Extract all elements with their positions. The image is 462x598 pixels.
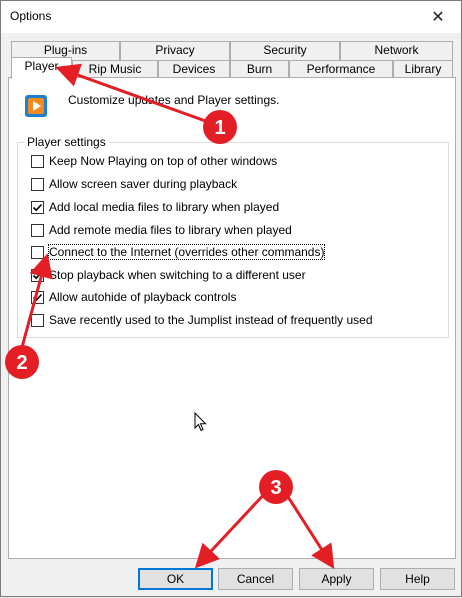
checkbox-checked[interactable] (31, 268, 44, 282)
header-description: Customize updates and Player settings. (68, 93, 280, 107)
player-settings-title: Player settings (24, 135, 109, 149)
close-icon: ✕ (431, 8, 445, 26)
checkbox[interactable] (31, 223, 44, 237)
option-label: Connect to the Internet (overrides other… (47, 244, 326, 260)
option-save-recently-used-jumplist[interactable]: Save recently used to the Jumplist inste… (31, 311, 373, 329)
option-allow-screen-saver[interactable]: Allow screen saver during playback (31, 175, 237, 193)
windows-media-player-icon (25, 95, 47, 117)
option-label: Add remote media files to library when p… (49, 223, 292, 237)
checkbox[interactable] (31, 313, 44, 327)
cancel-button[interactable]: Cancel (218, 568, 293, 590)
options-dialog: Options ✕ Plug-ins Privacy Security Netw… (0, 0, 462, 597)
help-button[interactable]: Help (380, 568, 455, 590)
mouse-cursor-icon (194, 412, 207, 432)
tab-network[interactable]: Network (340, 41, 453, 60)
close-button[interactable]: ✕ (415, 1, 461, 32)
player-tab-panel: Customize updates and Player settings. P… (8, 77, 456, 559)
option-label: Keep Now Playing on top of other windows (49, 154, 278, 168)
option-label: Save recently used to the Jumplist inste… (49, 313, 373, 327)
player-settings-group: Player settings (17, 135, 449, 338)
option-keep-now-playing-on-top[interactable]: Keep Now Playing on top of other windows (31, 152, 277, 170)
option-label: Stop playback when switching to a differ… (49, 268, 306, 282)
tab-player[interactable]: Player (11, 57, 72, 79)
option-label: Allow screen saver during playback (49, 177, 238, 191)
tab-security[interactable]: Security (230, 41, 340, 60)
option-connect-to-internet[interactable]: Connect to the Internet (overrides other… (31, 243, 326, 261)
checkmark-icon (32, 271, 43, 279)
checkmark-icon (32, 203, 43, 211)
checkbox-checked[interactable] (31, 200, 44, 214)
checkbox[interactable] (31, 177, 44, 191)
option-add-remote-media-files[interactable]: Add remote media files to library when p… (31, 221, 292, 239)
checkbox-checked[interactable] (31, 290, 44, 304)
option-add-local-media-files[interactable]: Add local media files to library when pl… (31, 198, 279, 216)
apply-button[interactable]: Apply (299, 568, 374, 590)
option-allow-autohide-controls[interactable]: Allow autohide of playback controls (31, 288, 236, 306)
window-title: Options (10, 9, 52, 23)
ok-button[interactable]: OK (138, 568, 213, 590)
tab-privacy[interactable]: Privacy (120, 41, 230, 60)
option-label: Add local media files to library when pl… (49, 200, 280, 214)
checkmark-icon (32, 293, 43, 301)
checkbox[interactable] (31, 245, 44, 259)
title-bar: Options ✕ (1, 1, 461, 33)
option-label: Allow autohide of playback controls (49, 290, 237, 304)
option-stop-playback-switching-user[interactable]: Stop playback when switching to a differ… (31, 266, 306, 284)
checkbox[interactable] (31, 154, 44, 168)
